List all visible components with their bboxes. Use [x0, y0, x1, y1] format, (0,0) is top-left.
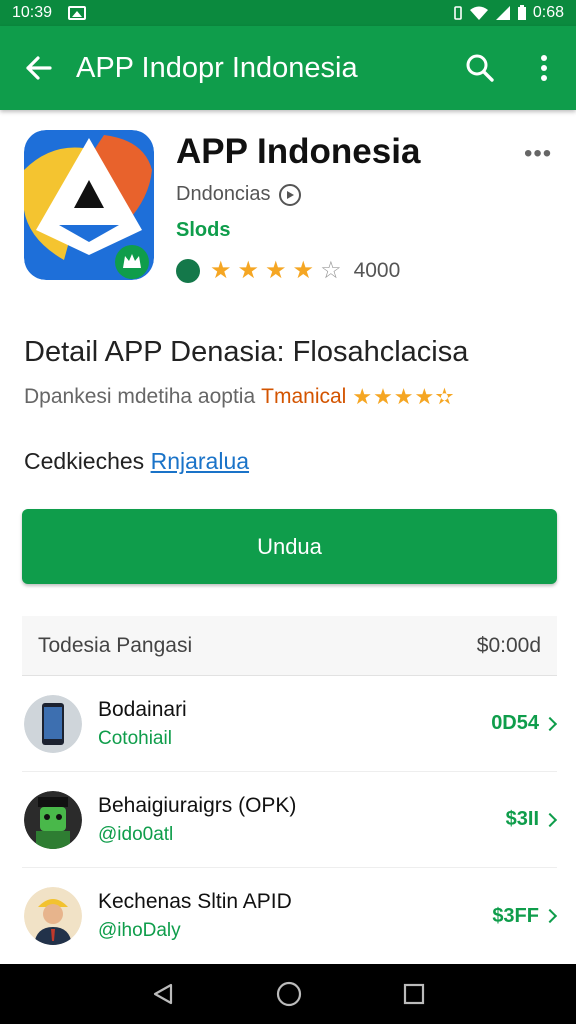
list-header-price: $0:00d	[476, 633, 541, 657]
detail-subtitle: Dpankesi mdetiha aoptia	[24, 385, 256, 408]
status-bar: 10:39 0:68	[0, 0, 576, 26]
signal-icon	[495, 6, 510, 20]
app-logo	[24, 130, 154, 280]
nav-back-icon[interactable]	[151, 982, 175, 1006]
rating-row: ★ ★ ★ ★ ☆ 4000	[176, 259, 400, 283]
list-item-subtitle: Cotohiail	[98, 727, 172, 749]
app-category[interactable]: Slods	[176, 219, 230, 242]
more-vert-icon	[541, 55, 547, 81]
app-name: APP Indonesia	[176, 132, 421, 171]
list-item-subtitle: @ido0atl	[98, 823, 174, 845]
wifi-icon	[469, 6, 488, 20]
star-icon: ★	[210, 257, 232, 284]
app-bar: APP Indopr Indonesia	[0, 26, 576, 110]
status-time: 10:39	[12, 4, 53, 21]
system-nav-bar	[0, 964, 576, 1024]
play-badge-icon	[278, 183, 301, 206]
search-icon	[466, 54, 494, 82]
back-button[interactable]	[0, 26, 76, 110]
status-clock-right: 0:68	[532, 4, 564, 21]
list-header-label: Todesia Pangasi	[38, 633, 193, 657]
star-icon: ★	[237, 257, 260, 284]
rating-count: 4000	[353, 259, 401, 282]
nav-home-icon[interactable]	[276, 981, 302, 1007]
list-item-price: $3FF	[492, 904, 539, 927]
checks-label: Cedkieches	[24, 448, 145, 474]
list-item[interactable]: Bodainari Cotohiail 0D54	[22, 676, 558, 772]
list-item-price: $3II	[505, 808, 539, 830]
list-item[interactable]: Kechenas Sltin APID @ihoDaly $3FF	[22, 868, 558, 964]
chevron-right-icon	[542, 908, 558, 924]
list-item-price: 0D54	[491, 712, 539, 734]
nav-recents-icon[interactable]	[403, 983, 425, 1005]
checks-row: Cedkieches Rnjaralua	[24, 448, 249, 475]
install-button[interactable]: Undua	[22, 509, 557, 584]
detail-subtitle-row: Dpankesi mdetiha aoptia Tmanical ★★★★✫	[24, 384, 455, 410]
more-options-button[interactable]: •••	[524, 140, 552, 168]
list-item[interactable]: Behaigiuraigrs (OPK) @ido0atl $3II	[22, 772, 558, 868]
detail-title: Detail APP Denasia: Flosahclacisa	[24, 336, 469, 368]
gallery-notification-icon	[68, 6, 87, 20]
list-item-title: Behaigiuraigrs (OPK)	[98, 793, 297, 817]
star-half-icon: ★	[292, 257, 315, 284]
list-item-price-row: 0D54	[491, 712, 558, 735]
list-header: Todesia Pangasi $0:00d	[22, 616, 557, 676]
phone-avatar	[24, 694, 82, 753]
star-empty-icon: ☆	[320, 257, 342, 284]
vibrate-icon	[454, 6, 462, 20]
list-item-title: Bodainari	[98, 697, 187, 721]
chevron-right-icon	[542, 716, 558, 731]
arrow-back-icon	[26, 56, 52, 80]
detail-stars: ★★★★✫	[352, 384, 455, 409]
list-item-price-row: $3FF	[492, 904, 558, 928]
list-item-title: Kechenas Sltin APID	[98, 890, 292, 913]
list-item-price-row: $3II	[505, 808, 558, 831]
checks-link[interactable]: Rnjaralua	[151, 448, 249, 474]
chevron-right-icon	[542, 812, 558, 827]
detail-tag: Tmanical	[261, 385, 347, 408]
list-item-subtitle: @ihoDaly	[98, 920, 181, 941]
related-list: Todesia Pangasi $0:00d Bodainari Cotohia…	[22, 616, 558, 964]
person-avatar	[24, 887, 82, 945]
app-bar-title: APP Indopr Indonesia	[76, 51, 358, 84]
battery-icon	[517, 5, 526, 20]
star-icon: ★	[265, 257, 287, 284]
developer-name: Dndoncias	[176, 183, 271, 205]
character-avatar	[24, 790, 82, 849]
search-button[interactable]	[448, 26, 512, 110]
developer-row[interactable]: Dndoncias	[176, 183, 301, 206]
content-rating-icon	[176, 259, 200, 283]
overflow-menu-button[interactable]	[512, 26, 576, 110]
